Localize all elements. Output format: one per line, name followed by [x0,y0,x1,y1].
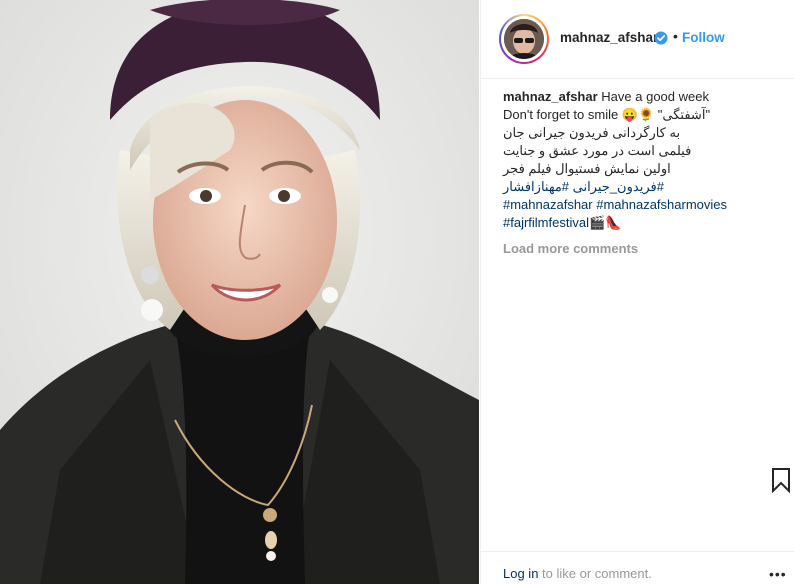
caption-text-line4: فیلمی است در مورد عشق و جنایت [503,143,692,158]
post-photo[interactable] [0,0,479,584]
caption-text-line5: اولین نمایش فستیوال فیلم فجر [503,161,671,176]
follow-button[interactable]: Follow [682,30,725,45]
caption-text-line3: به کارگردانی فریدون جیرانی جان [503,125,681,140]
post-side-pane: mahnaz_afshar • Follow mahnaz_afshar Hav… [480,0,794,584]
caption-username[interactable]: mahnaz_afshar [503,89,598,104]
verified-badge-icon [654,31,668,45]
hashtag-line-1[interactable]: #فریدون_جیرانی #مهنازافشار [503,178,783,196]
more-options-icon[interactable]: ••• [769,566,787,582]
post-header: mahnaz_afshar • Follow [481,0,794,79]
login-prompt-text: to like or comment. [538,566,652,581]
login-link[interactable]: Log in [503,566,538,581]
bookmark-icon[interactable] [771,467,791,493]
separator-dot: • [673,28,678,44]
load-more-comments-button[interactable]: Load more comments [503,241,783,256]
portrait-illustration [0,0,479,584]
hashtag-line-2[interactable]: #mahnazafshar #mahnazafsharmovies [503,196,783,214]
caption-text-line1: Have a good week [601,89,709,104]
hashtag-line-3[interactable]: #fajrfilmfestival🎬👠 [503,214,783,232]
avatar [504,19,544,59]
avatar-story-ring[interactable] [499,14,549,64]
caption-first-line: mahnaz_afshar Have a good week [503,88,783,106]
username-link[interactable]: mahnaz_afshar [560,30,658,45]
post-footer: Log in to like or comment. ••• [481,551,794,584]
caption-area: mahnaz_afshar Have a good week Don't for… [503,88,783,256]
caption-text-line2: Don't forget to smile 😛🌻 "آشفتگی" [503,107,711,122]
login-prompt: Log in to like or comment. [503,566,652,581]
